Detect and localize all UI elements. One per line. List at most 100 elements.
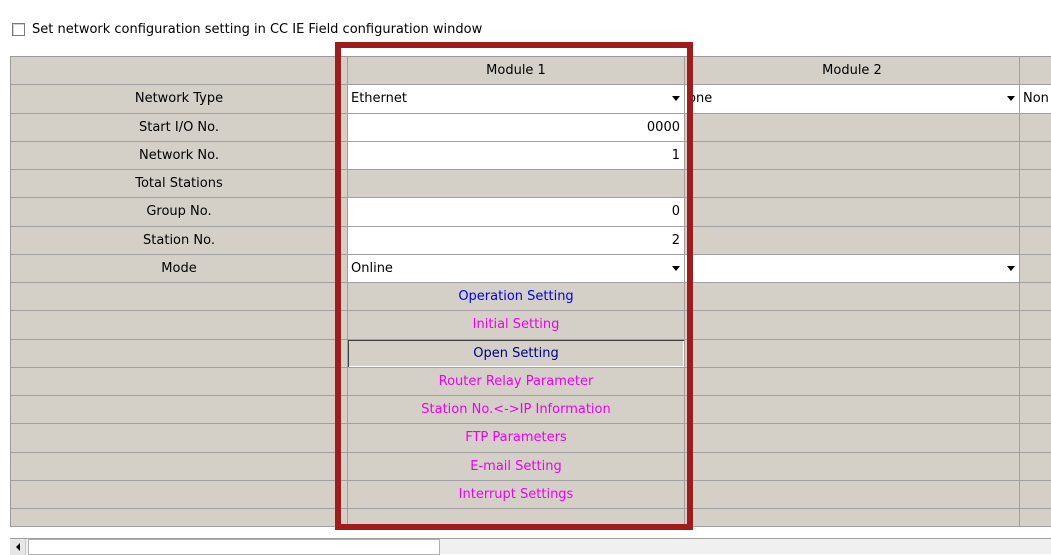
header-row: Module 1 Module 2 [11, 57, 1051, 86]
label-group-no: Group No. [11, 198, 348, 227]
row-station-no: Station No. 2 [11, 226, 1051, 255]
row-operation-setting: Operation Setting [11, 283, 1051, 312]
email-setting-button[interactable]: E-mail Setting [348, 452, 685, 481]
horizontal-scrollbar[interactable] [10, 538, 1051, 555]
module2-empty-cell [685, 339, 1020, 368]
operation-setting-button[interactable]: Operation Setting [348, 283, 685, 312]
label-network-no: Network No. [11, 141, 348, 170]
network-config-checkbox[interactable] [12, 23, 25, 36]
module3-network-type-value: Non [1023, 91, 1049, 107]
label-empty [11, 424, 348, 453]
row-initial-setting: Initial Setting [11, 311, 1051, 340]
network-config-option[interactable]: Set network configuration setting in CC … [12, 22, 482, 37]
label-network-type: Network Type [11, 85, 348, 114]
module2-empty-cell [685, 283, 1020, 312]
label-empty [11, 509, 348, 527]
label-empty [11, 283, 348, 312]
label-empty [11, 311, 348, 340]
row-interrupt: Interrupt Settings [11, 480, 1051, 509]
initial-setting-button[interactable]: Initial Setting [348, 311, 685, 340]
label-mode: Mode [11, 254, 348, 283]
row-mode: Mode Online [11, 254, 1051, 283]
module3-empty-cell [1020, 509, 1051, 527]
module3-empty-cell [1020, 339, 1051, 368]
row-ftp: FTP Parameters [11, 424, 1051, 453]
module-settings-grid: Module 1 Module 2 Network Type Ethernet … [10, 56, 1051, 527]
module1-station-no-input[interactable]: 2 [348, 226, 685, 255]
dropdown-arrow-icon[interactable] [672, 96, 680, 102]
row-network-type: Network Type Ethernet one Non [11, 85, 1051, 114]
interrupt-settings-button[interactable]: Interrupt Settings [348, 480, 685, 509]
module3-empty-cell [1020, 480, 1051, 509]
label-empty [11, 339, 348, 368]
header-module-3 [1020, 57, 1051, 86]
row-router-relay: Router Relay Parameter [11, 367, 1051, 396]
module1-empty-cell [348, 509, 685, 527]
module2-empty-cell [685, 367, 1020, 396]
network-config-label: Set network configuration setting in CC … [32, 22, 483, 37]
label-total-stations: Total Stations [11, 170, 348, 199]
scroll-left-button[interactable] [10, 539, 26, 555]
open-setting-button[interactable]: Open Setting [348, 339, 685, 368]
dropdown-arrow-icon[interactable] [672, 265, 680, 271]
module3-group-no-cell [1020, 198, 1051, 227]
module2-group-no-cell [685, 198, 1020, 227]
module1-total-stations-cell [348, 170, 685, 199]
module2-start-io-cell [685, 113, 1020, 142]
scrollbar-thumb[interactable] [28, 539, 440, 555]
module2-station-no-cell [685, 226, 1020, 255]
label-station-no: Station No. [11, 226, 348, 255]
header-module-1: Module 1 [348, 57, 685, 86]
module2-empty-cell [685, 396, 1020, 425]
header-corner [11, 57, 348, 86]
module2-empty-cell [685, 480, 1020, 509]
module3-start-io-cell [1020, 113, 1051, 142]
module1-mode-select[interactable]: Online [348, 254, 685, 283]
dropdown-arrow-icon[interactable] [1007, 265, 1015, 271]
ftp-parameters-button[interactable]: FTP Parameters [348, 424, 685, 453]
module2-mode-select[interactable] [685, 254, 1020, 283]
module2-total-stations-cell [685, 170, 1020, 199]
module2-network-type-value: one [688, 91, 713, 107]
module3-empty-cell [1020, 452, 1051, 481]
row-group-no: Group No. 0 [11, 198, 1051, 227]
module3-network-no-cell [1020, 141, 1051, 170]
label-empty [11, 452, 348, 481]
row-email: E-mail Setting [11, 452, 1051, 481]
module2-empty-cell [685, 509, 1020, 527]
dropdown-arrow-icon[interactable] [1007, 96, 1015, 102]
module3-station-no-cell [1020, 226, 1051, 255]
module3-empty-cell [1020, 367, 1051, 396]
row-empty [11, 509, 1051, 527]
row-total-stations: Total Stations [11, 170, 1051, 199]
module1-network-no-input[interactable]: 1 [348, 141, 685, 170]
row-start-io: Start I/O No. 0000 [11, 113, 1051, 142]
module3-total-stations-cell [1020, 170, 1051, 199]
row-network-no: Network No. 1 [11, 141, 1051, 170]
module2-empty-cell [685, 311, 1020, 340]
module2-empty-cell [685, 452, 1020, 481]
module2-empty-cell [685, 424, 1020, 453]
label-empty [11, 480, 348, 509]
module3-empty-cell [1020, 311, 1051, 340]
module2-network-no-cell [685, 141, 1020, 170]
label-empty [11, 367, 348, 396]
row-station-ip: Station No.<->IP Information [11, 396, 1051, 425]
scroll-left-arrow-icon [15, 543, 20, 551]
header-module-2: Module 2 [685, 57, 1020, 86]
module1-start-io-input[interactable]: 0000 [348, 113, 685, 142]
row-open-setting: Open Setting [11, 339, 1051, 368]
module1-group-no-input[interactable]: 0 [348, 198, 685, 227]
module1-mode-value: Online [351, 260, 393, 276]
module3-mode-cell [1020, 254, 1051, 283]
module1-network-type-select[interactable]: Ethernet [348, 85, 685, 114]
router-relay-parameter-button[interactable]: Router Relay Parameter [348, 367, 685, 396]
module3-empty-cell [1020, 424, 1051, 453]
module3-empty-cell [1020, 396, 1051, 425]
label-empty [11, 396, 348, 425]
module2-network-type-select[interactable]: one [685, 85, 1020, 114]
station-ip-information-button[interactable]: Station No.<->IP Information [348, 396, 685, 425]
module1-network-type-value: Ethernet [351, 91, 407, 107]
module3-network-type-select[interactable]: Non [1020, 85, 1051, 114]
module3-empty-cell [1020, 283, 1051, 312]
